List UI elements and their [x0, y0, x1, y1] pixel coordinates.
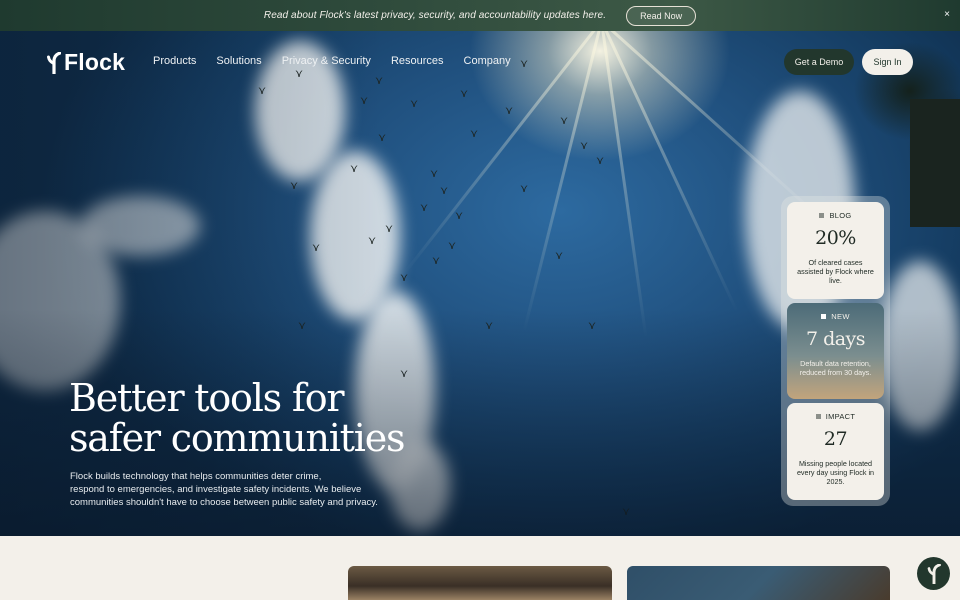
nav-item-resources[interactable]: Resources [391, 55, 444, 67]
card-tag: IMPACT [815, 412, 856, 422]
feature-image-1[interactable] [348, 566, 612, 600]
subcopy-line-2: respond to emergencies, and investigate … [70, 484, 362, 495]
main-menu: Products Solutions Privacy & Security Re… [153, 55, 511, 67]
top-navigation: Flock Products Solutions Privacy & Secur… [0, 31, 960, 93]
feature-image-2[interactable] [627, 566, 890, 600]
card-value: 20% [815, 227, 856, 249]
card-description: Of cleared cases assisted by Flock where… [797, 258, 874, 285]
card-tag-label: IMPACT [825, 412, 856, 422]
read-now-button[interactable]: Read Now [626, 5, 697, 26]
card-value: 27 [823, 428, 848, 451]
chat-button[interactable] [917, 557, 950, 590]
flock-mark-icon [47, 51, 61, 74]
get-demo-button[interactable]: Get a Demo [784, 49, 854, 75]
card-tag: NEW [821, 312, 849, 321]
stat-card-blog[interactable]: BLOG 20% Of cleared cases assisted by Fl… [787, 202, 884, 299]
flock-logo[interactable]: Flock [47, 49, 125, 76]
logo-text: Flock [64, 49, 126, 75]
stat-card-new[interactable]: NEW 7 days Default data retention, reduc… [787, 302, 884, 400]
nav-item-products[interactable]: Products [153, 55, 196, 67]
announcement-bar: Read about Flock's latest privacy, secur… [0, 0, 960, 31]
hero-headline: Better tools for safer communities [69, 376, 405, 460]
card-value: 7 days [805, 327, 866, 350]
tag-square-icon [815, 414, 821, 420]
nav-item-privacy-security[interactable]: Privacy & Security [282, 55, 371, 67]
nav-item-solutions[interactable]: Solutions [216, 55, 261, 67]
announcement-text: Read about Flock's latest privacy, secur… [263, 10, 607, 21]
sign-in-button[interactable]: Sign In [862, 49, 913, 75]
subcopy-line-1: Flock builds technology that helps commu… [70, 471, 322, 482]
stat-cards-panel: BLOG 20% Of cleared cases assisted by Fl… [781, 196, 890, 506]
card-tag: BLOG [819, 211, 851, 220]
close-icon[interactable]: × [944, 8, 950, 22]
hero-subcopy: Flock builds technology that helps commu… [70, 470, 390, 509]
nav-item-company[interactable]: Company [464, 55, 511, 67]
lower-section [0, 536, 960, 600]
card-tag-label: NEW [831, 311, 850, 321]
card-description: Missing people located every day using F… [796, 459, 875, 487]
headline-line-2: safer communities [69, 416, 405, 460]
tag-square-icon [821, 313, 827, 319]
tag-square-icon [819, 213, 825, 218]
stat-card-impact[interactable]: IMPACT 27 Missing people located every d… [787, 403, 884, 501]
headline-line-1: Better tools for [69, 376, 345, 420]
flock-mark-icon [927, 563, 941, 584]
subcopy-line-3: communities shouldn't have to choose bet… [70, 497, 378, 508]
card-description: Default data retention, reduced from 30 … [799, 358, 872, 377]
card-tag-label: BLOG [829, 211, 852, 220]
